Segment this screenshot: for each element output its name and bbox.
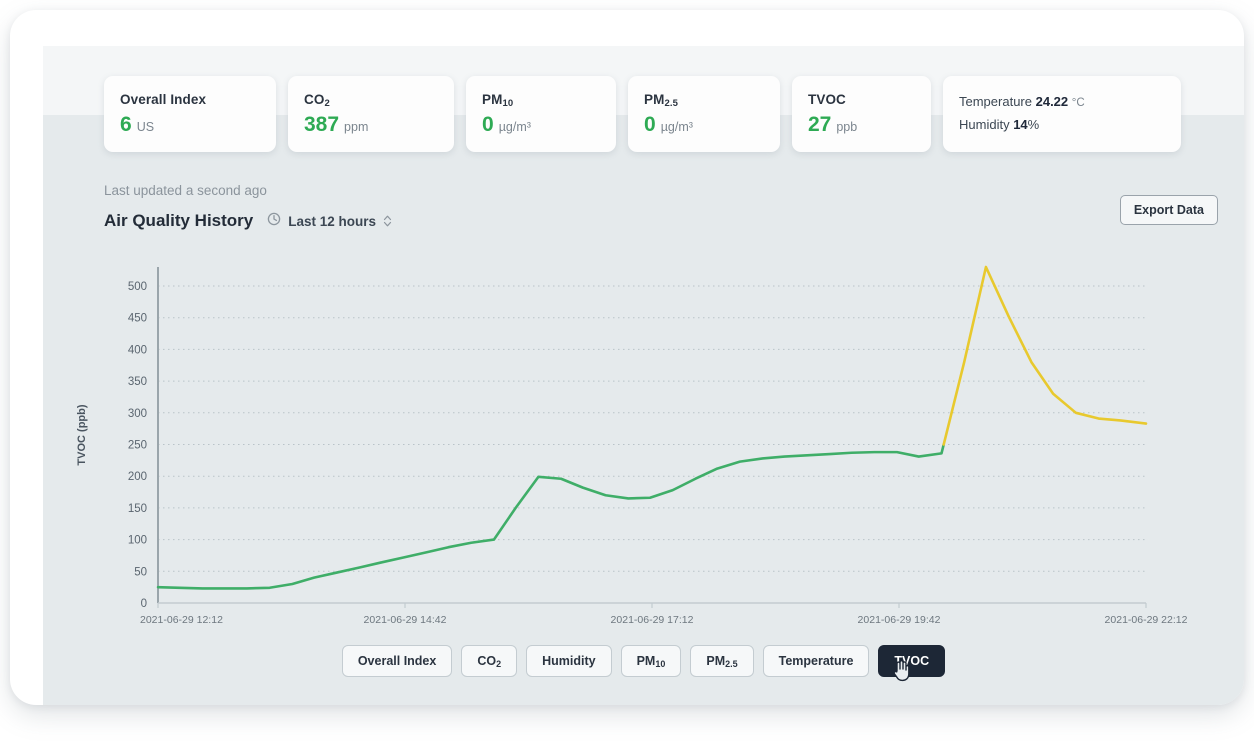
metric-label-subscript: 10 (502, 98, 513, 109)
tab-pm10[interactable]: PM10 (621, 645, 682, 677)
tab-humidity[interactable]: Humidity (526, 645, 611, 677)
metric-card-tvoc[interactable]: TVOC 27 ppb (792, 76, 931, 152)
temperature-line: Temperature 24.22 °C (959, 91, 1165, 114)
x-tick-label: 2021-06-29 17:12 (611, 614, 694, 626)
metric-value: 27 (808, 114, 831, 135)
tab-label-subscript: 2.5 (725, 659, 738, 669)
air-quality-dashboard: Overall Index 6 US CO2 387 ppm PM10 0 µg… (43, 115, 1244, 705)
metric-value: 0 (644, 114, 656, 135)
metric-value-row: 0 µg/m³ (482, 114, 600, 135)
up-down-chevron-icon[interactable] (383, 214, 392, 228)
chart-header-row: Air Quality History Last 12 hours (104, 211, 392, 231)
metric-value-row: 0 µg/m³ (644, 114, 764, 135)
tab-label: Temperature (779, 654, 854, 668)
metric-label-subscript: 2 (324, 98, 329, 109)
time-range-selector[interactable]: Last 12 hours (267, 212, 392, 231)
series-segment-good (158, 445, 944, 589)
time-range-label: Last 12 hours (288, 214, 376, 229)
tab-label: PM (706, 654, 725, 668)
export-data-button[interactable]: Export Data (1120, 195, 1218, 225)
tab-temperature[interactable]: Temperature (763, 645, 870, 677)
chart-series-tvoc (158, 267, 1146, 588)
metric-card-co2[interactable]: CO2 387 ppm (288, 76, 454, 152)
x-tick-label: 2021-06-29 12:12 (140, 614, 223, 626)
tab-label: Humidity (542, 654, 595, 668)
last-updated-text: Last updated a second ago (104, 183, 267, 198)
metric-label: Overall Index (120, 92, 260, 107)
metric-label: TVOC (808, 92, 915, 107)
metric-unit: µg/m³ (661, 120, 693, 134)
metric-value: 0 (482, 114, 494, 135)
tab-label: Overall Index (358, 654, 437, 668)
metric-value-row: 27 ppb (808, 114, 915, 135)
y-tick-label: 500 (128, 281, 147, 293)
tab-overall-index[interactable]: Overall Index (342, 645, 453, 677)
y-tick-label: 450 (128, 313, 147, 325)
temperature-label: Temperature (959, 94, 1032, 109)
y-tick-label: 0 (141, 598, 147, 610)
metric-label: CO2 (304, 92, 438, 107)
metric-card-overall-index[interactable]: Overall Index 6 US (104, 76, 276, 152)
humidity-value: 14 (1013, 117, 1027, 132)
temperature-value: 24.22 (1036, 94, 1069, 109)
metric-value-row: 387 ppm (304, 114, 438, 135)
chart-y-axis-label: TVOC (ppb) (76, 404, 88, 465)
y-tick-label: 300 (128, 408, 147, 420)
metrics-row: Overall Index 6 US CO2 387 ppm PM10 0 µg… (104, 76, 1181, 152)
page-title: Air Quality History (104, 211, 253, 231)
humidity-line: Humidity 14% (959, 114, 1165, 136)
metric-unit: ppb (836, 120, 857, 134)
metric-tab-bar: Overall IndexCO2HumidityPM10PM2.5Tempera… (43, 645, 1244, 677)
metric-card-pm25[interactable]: PM2.5 0 µg/m³ (628, 76, 780, 152)
x-tick-label: 2021-06-29 14:42 (364, 614, 447, 626)
tab-label-subscript: 2 (496, 659, 501, 669)
y-tick-label: 400 (128, 344, 147, 356)
y-tick-label: 200 (128, 471, 147, 483)
humidity-label: Humidity (959, 117, 1010, 132)
chart-y-tick-labels: 0 50 100 150 200 250 300 350 400 450 500 (128, 281, 147, 610)
y-tick-label: 350 (128, 376, 147, 388)
tab-label: PM (637, 654, 656, 668)
x-tick-label: 2021-06-29 19:42 (858, 614, 941, 626)
metric-card-pm10[interactable]: PM10 0 µg/m³ (466, 76, 616, 152)
metric-value: 6 (120, 114, 132, 135)
tab-label: TVOC (894, 654, 929, 668)
chart-gridlines (158, 286, 1146, 571)
y-tick-label: 100 (128, 535, 147, 547)
chart-x-tick-labels: 2021-06-29 12:12 2021-06-29 14:42 2021-06-… (140, 603, 1188, 626)
clock-icon (267, 212, 281, 231)
tab-tvoc[interactable]: TVOC (878, 645, 945, 677)
metric-unit: US (137, 120, 154, 134)
tvoc-line-chart: 0 50 100 150 200 250 300 350 400 450 500 2021-06-2… (43, 255, 1244, 645)
tab-pm25[interactable]: PM2.5 (690, 645, 753, 677)
metric-label-subscript: 2.5 (664, 98, 678, 109)
x-tick-label: 2021-06-29 22:12 (1105, 614, 1188, 626)
metric-unit: ppm (344, 120, 368, 134)
temperature-unit: °C (1072, 97, 1085, 109)
humidity-unit: % (1028, 117, 1040, 132)
series-segment-moderate (944, 267, 1146, 445)
app-window: Overall Index 6 US CO2 387 ppm PM10 0 µg… (10, 10, 1244, 705)
y-tick-label: 250 (128, 440, 147, 452)
metric-value-row: 6 US (120, 114, 260, 135)
metric-card-temperature-humidity[interactable]: Temperature 24.22 °C Humidity 14% (943, 76, 1181, 152)
y-tick-label: 150 (128, 503, 147, 515)
tab-co2[interactable]: CO2 (461, 645, 517, 677)
metric-label: PM10 (482, 92, 600, 107)
y-tick-label: 50 (134, 566, 147, 578)
tab-label: CO (477, 654, 496, 668)
tab-label-subscript: 10 (655, 659, 665, 669)
metric-label: PM2.5 (644, 92, 764, 107)
metric-value: 387 (304, 114, 339, 135)
metric-unit: µg/m³ (499, 120, 531, 134)
chart-svg: 0 50 100 150 200 250 300 350 400 450 500 2021-06-2… (43, 255, 1244, 645)
